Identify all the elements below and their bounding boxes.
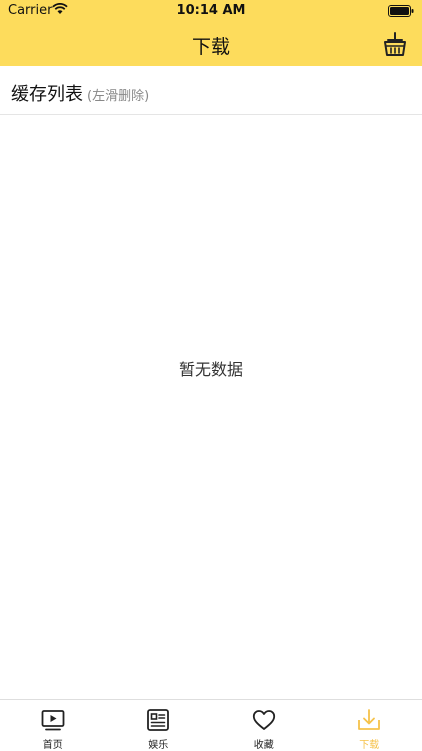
tab-home[interactable]: 首页 [0, 700, 106, 751]
tab-download[interactable]: 下载 [317, 700, 422, 751]
section-title-text: 缓存列表 [11, 84, 83, 105]
tab-label: 收藏 [211, 736, 317, 751]
battery-icon [388, 5, 414, 17]
cache-list-header: 缓存列表 (左滑删除) [0, 66, 422, 115]
basket-icon [382, 42, 408, 61]
clear-cache-button[interactable] [382, 31, 408, 57]
tab-label: 首页 [0, 736, 106, 751]
status-bar: Carrier 10:14 AM [0, 0, 422, 22]
tab-label: 下载 [317, 736, 422, 751]
status-time: 10:14 AM [0, 3, 422, 18]
tab-bar: 首页 娱乐 收藏 下载 [0, 699, 422, 751]
empty-state-text: 暂无数据 [0, 356, 422, 380]
tab-favorites[interactable]: 收藏 [211, 700, 317, 751]
navbar: 下载 [0, 22, 422, 66]
page-title: 下载 [0, 32, 422, 59]
swipe-hint: (左滑删除) [87, 89, 149, 104]
tab-entertainment[interactable]: 娱乐 [106, 700, 212, 751]
tab-label: 娱乐 [106, 736, 212, 751]
header: Carrier 10:14 AM 下载 [0, 0, 422, 66]
section-title: 缓存列表 (左滑删除) [11, 80, 149, 106]
